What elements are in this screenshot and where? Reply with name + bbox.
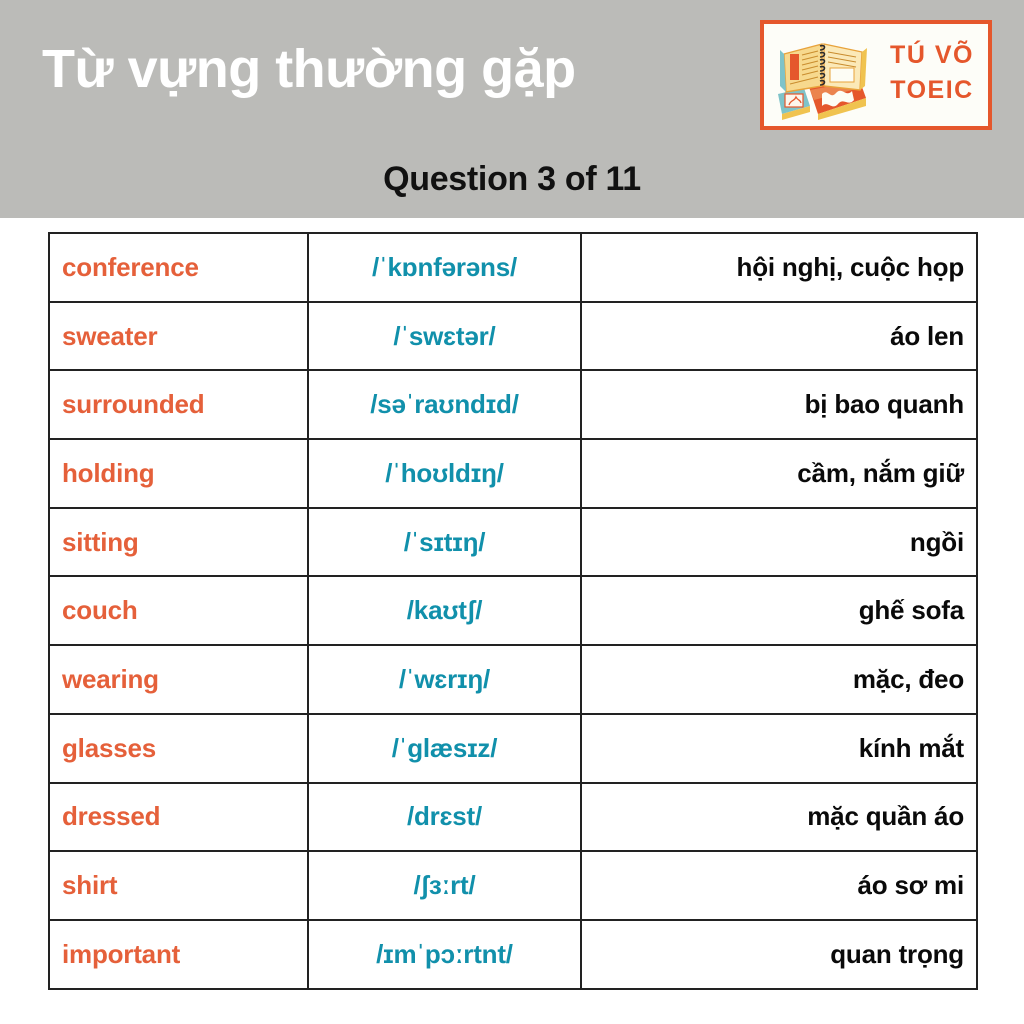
vocab-ipa-cell: /ˈɡlæsɪz/: [307, 712, 582, 784]
vocab-meaning-cell: áo len: [580, 300, 978, 372]
vocab-word-cell: surrounded: [48, 369, 309, 441]
vocab-meaning-cell: ngồi: [580, 506, 978, 578]
vocab-meaning-cell: mặc, đeo: [580, 644, 978, 715]
vocab-meaning-cell: áo sơ mi: [580, 850, 978, 921]
table-row: sweater/ˈswɛtər/áo len: [48, 300, 978, 372]
vocab-meaning-cell: hội nghị, cuộc họp: [580, 232, 978, 303]
vocab-word-cell: important: [48, 918, 309, 990]
vocab-word-cell: wearing: [48, 644, 309, 715]
vocab-word-cell: shirt: [48, 850, 309, 921]
table-row: conference/ˈkɒnfərəns/hội nghị, cuộc họp: [48, 232, 978, 303]
table-row: glasses/ˈɡlæsɪz/kính mắt: [48, 712, 978, 784]
vocab-meaning-cell: quan trọng: [580, 918, 978, 990]
brand-name-line2: TOEIC: [890, 76, 974, 104]
page-title: Từ vựng thường gặp: [42, 39, 576, 99]
vocab-word-cell: holding: [48, 438, 309, 509]
table-row: surrounded/səˈraʊndɪd/bị bao quanh: [48, 369, 978, 441]
vocab-ipa-cell: /ʃɜːrt/: [307, 850, 582, 921]
brand-name-line1: TÚ VÕ: [890, 41, 974, 69]
vocab-ipa-cell: /ɪmˈpɔːrtnt/: [307, 918, 582, 990]
table-row: sitting/ˈsɪtɪŋ/ngồi: [48, 506, 978, 578]
vocab-word-cell: conference: [48, 232, 309, 303]
table-row: couch/kaʊtʃ/ghế sofa: [48, 575, 978, 647]
vocab-word-cell: couch: [48, 575, 309, 647]
vocab-ipa-cell: /ˈhoʊldɪŋ/: [307, 438, 582, 509]
table-row: wearing/ˈwɛrɪŋ/mặc, đeo: [48, 644, 978, 715]
vocab-meaning-cell: kính mắt: [580, 712, 978, 784]
vocabulary-slide: Từ vựng thường gặp Question 3 of 11 TÚ V…: [0, 0, 1024, 1024]
open-book-stack-icon: [778, 43, 867, 120]
table-row: dressed/drɛst/mặc quần áo: [48, 781, 978, 853]
vocab-meaning-cell: mặc quần áo: [580, 781, 978, 853]
header-band: Từ vựng thường gặp Question 3 of 11 TÚ V…: [0, 0, 1024, 218]
vocab-meaning-cell: cầm, nắm giữ: [580, 438, 978, 509]
brand-name: TÚ VÕ TOEIC: [876, 38, 988, 108]
question-counter: Question 3 of 11: [383, 160, 641, 198]
vocab-meaning-cell: ghế sofa: [580, 575, 978, 647]
vocab-word-cell: sweater: [48, 300, 309, 372]
table-row: shirt/ʃɜːrt/áo sơ mi: [48, 850, 978, 921]
vocab-ipa-cell: /ˈkɒnfərəns/: [307, 232, 582, 303]
vocab-ipa-cell: /drɛst/: [307, 781, 582, 853]
vocab-ipa-cell: /ˈswɛtər/: [307, 300, 582, 372]
vocab-word-cell: glasses: [48, 712, 309, 784]
vocabulary-table: conference/ˈkɒnfərəns/hội nghị, cuộc họp…: [48, 232, 978, 990]
vocab-ipa-cell: /səˈraʊndɪd/: [307, 369, 582, 441]
table-row: important/ɪmˈpɔːrtnt/quan trọng: [48, 918, 978, 990]
vocab-word-cell: sitting: [48, 506, 309, 578]
vocab-meaning-cell: bị bao quanh: [580, 369, 978, 441]
vocab-ipa-cell: /ˈsɪtɪŋ/: [307, 506, 582, 578]
brand-logo: TÚ VÕ TOEIC: [760, 20, 992, 130]
vocab-ipa-cell: /ˈwɛrɪŋ/: [307, 644, 582, 715]
vocabulary-table-body: conference/ˈkɒnfərəns/hội nghị, cuộc họp…: [48, 232, 978, 990]
vocab-word-cell: dressed: [48, 781, 309, 853]
vocab-ipa-cell: /kaʊtʃ/: [307, 575, 582, 647]
table-row: holding/ˈhoʊldɪŋ/cầm, nắm giữ: [48, 438, 978, 509]
